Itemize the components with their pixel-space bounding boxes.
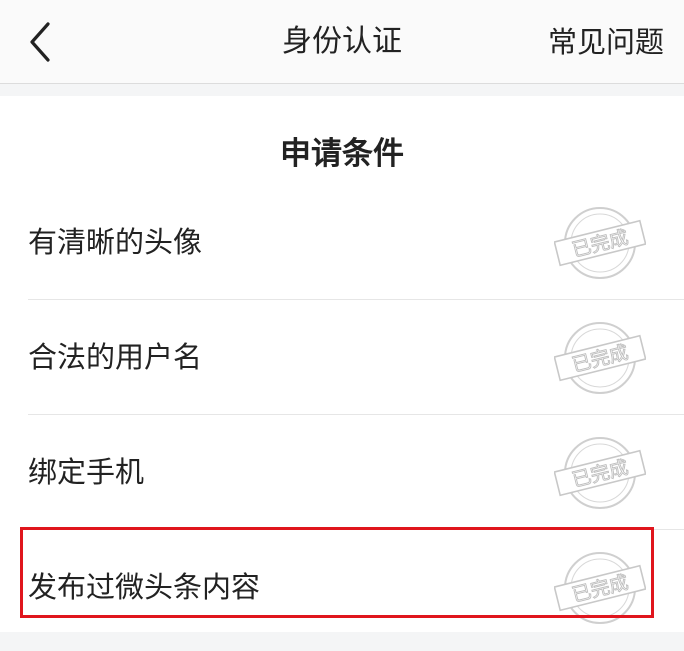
conditions-card: 申请条件 有清晰的头像 已完成 合法的用户名 已完成 绑定手机 已完成 发布过微… xyxy=(0,96,684,632)
condition-row-username: 合法的用户名 已完成 xyxy=(28,300,684,415)
completed-stamp-icon: 已完成 xyxy=(554,207,646,279)
section-title: 申请条件 xyxy=(280,136,404,172)
faq-link[interactable]: 常见问题 xyxy=(548,0,664,84)
condition-label: 合法的用户名 xyxy=(28,340,203,374)
stamp-text: 已完成 xyxy=(570,456,631,491)
condition-label: 绑定手机 xyxy=(28,455,145,489)
condition-row-phone: 绑定手机 已完成 xyxy=(28,415,684,530)
bottom-spacer xyxy=(0,632,684,651)
condition-label: 有清晰的头像 xyxy=(28,225,203,259)
completed-stamp-icon: 已完成 xyxy=(554,437,646,509)
stamp-text: 已完成 xyxy=(570,571,631,606)
stamp-text: 已完成 xyxy=(570,226,631,261)
condition-row-avatar: 有清晰的头像 已完成 xyxy=(28,185,684,300)
stamp-text: 已完成 xyxy=(570,341,631,376)
navigation-bar: 身份认证 常见问题 xyxy=(0,0,684,84)
condition-label: 发布过微头条内容 xyxy=(28,570,261,604)
condition-row-microposts: 发布过微头条内容 已完成 xyxy=(28,530,684,645)
completed-stamp-icon: 已完成 xyxy=(554,552,646,624)
completed-stamp-icon: 已完成 xyxy=(554,322,646,394)
